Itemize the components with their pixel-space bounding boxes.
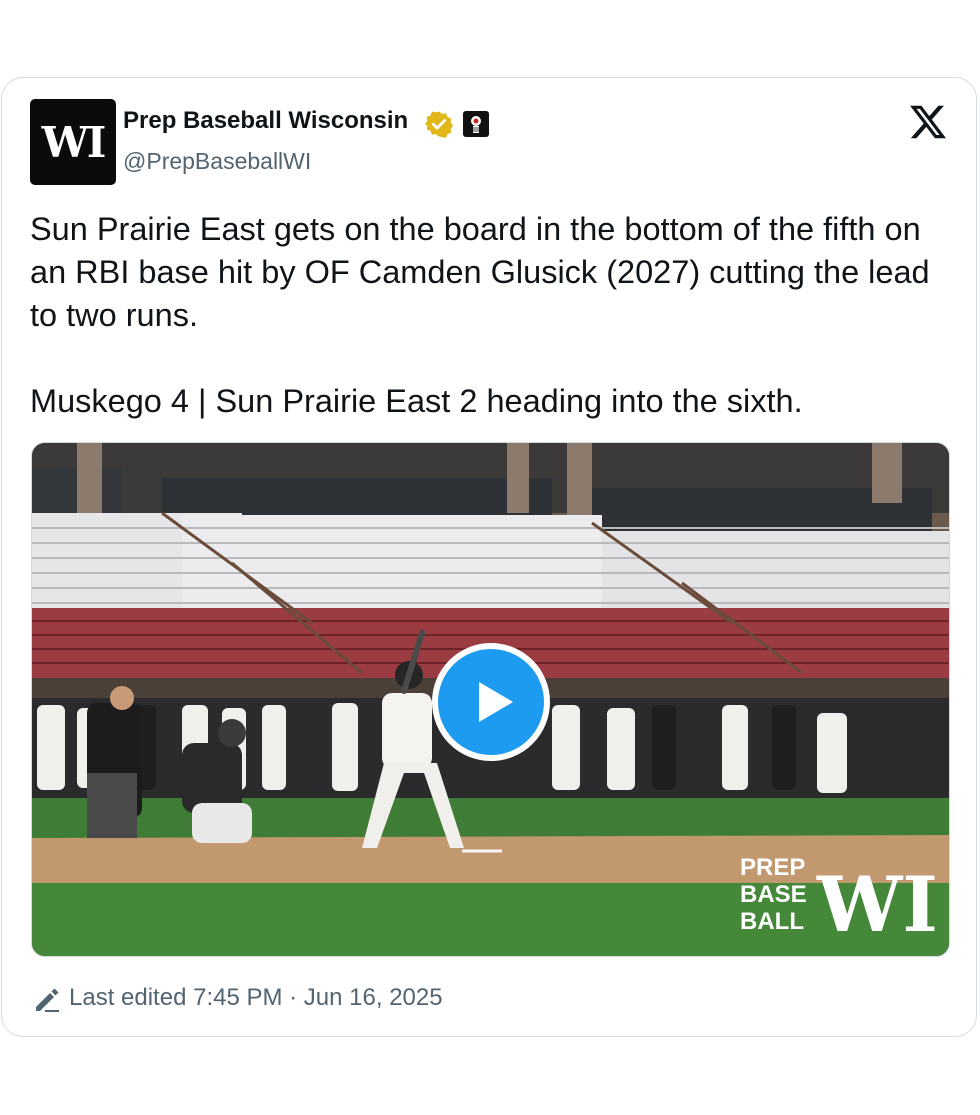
edit-pencil-icon: [36, 988, 59, 1012]
avatar-logo-text: WI: [41, 117, 107, 167]
tweet-paragraph: Sun Prairie East gets on the board in th…: [30, 211, 930, 333]
verified-badge-icon: [425, 111, 453, 138]
watermark-word: BASE: [740, 881, 807, 908]
play-button[interactable]: [432, 643, 550, 761]
affiliate-badge-icon: [463, 111, 489, 137]
watermark-word: BALL: [740, 908, 804, 935]
author-handle[interactable]: @PrepBaseballWI: [123, 148, 311, 175]
tweet-paragraph: Muskego 4 | Sun Prairie East 2 heading i…: [30, 383, 803, 419]
last-edited-timestamp[interactable]: Last edited 7:45 PM · Jun 16, 2025: [69, 984, 443, 1012]
video-watermark: PREP BASE BALL WI: [740, 854, 938, 949]
avatar[interactable]: WI: [30, 99, 116, 185]
x-logo-icon[interactable]: [908, 102, 948, 142]
watermark-word: PREP: [740, 854, 805, 881]
tweet-text: Sun Prairie East gets on the board in th…: [30, 208, 930, 423]
watermark-logo: WI: [816, 860, 938, 949]
author-name[interactable]: Prep Baseball Wisconsin: [123, 107, 408, 135]
play-icon: [479, 682, 513, 722]
